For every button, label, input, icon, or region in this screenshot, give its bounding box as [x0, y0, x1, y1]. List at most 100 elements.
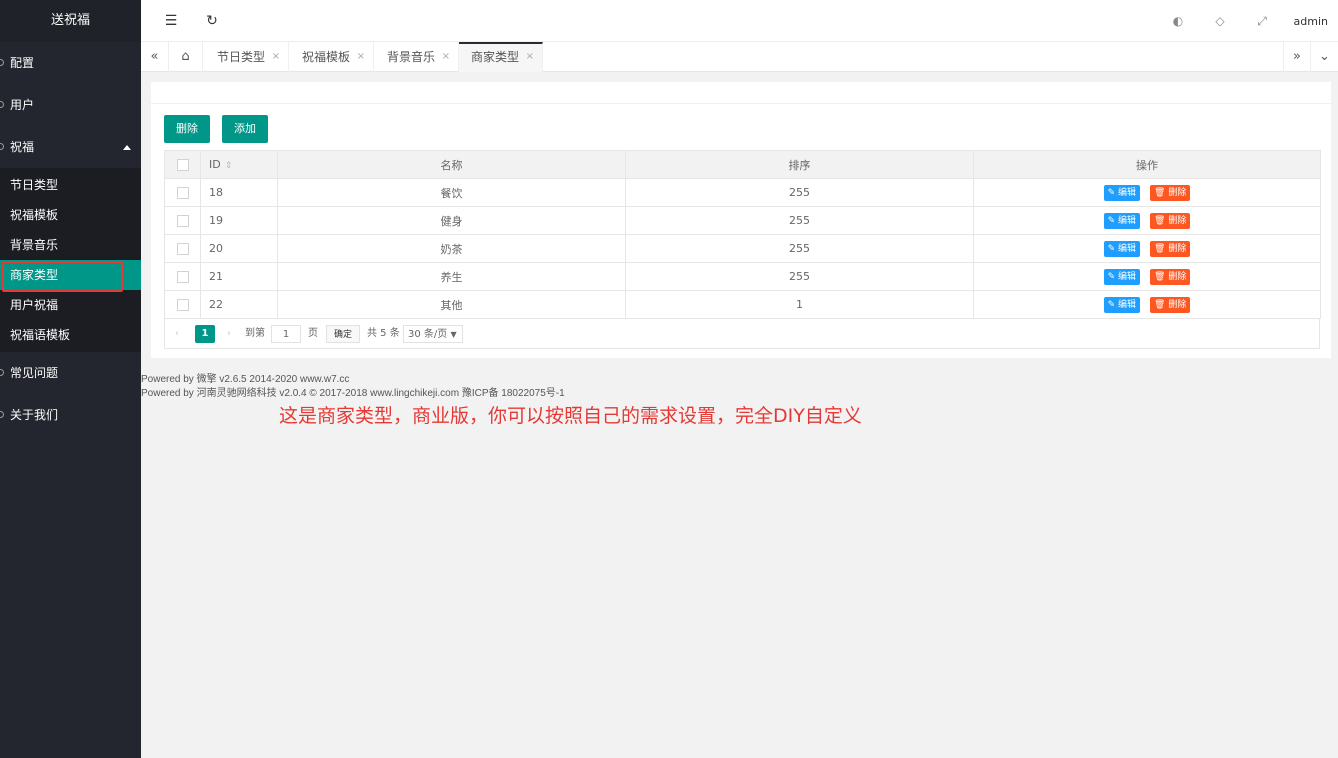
tab-scroll-left-icon[interactable]: «	[141, 42, 169, 72]
column-header-name: 名称	[277, 150, 626, 179]
cell-sort: 255	[625, 206, 974, 235]
edit-button[interactable]: ✎ 编辑	[1103, 212, 1141, 229]
sidebar-subitem-background-music[interactable]: 背景音乐	[0, 230, 141, 260]
tag-icon[interactable]: ◇	[1212, 13, 1228, 29]
footer-line-1: Powered by 微擎 v2.6.5 2014-2020 www.w7.cc	[141, 374, 350, 385]
cell-actions: ✎ 编辑 🗑 删除	[973, 290, 1321, 319]
select-all-checkbox[interactable]	[164, 150, 201, 179]
cell-name: 健身	[277, 206, 626, 235]
sidebar: 送祝福 配置 用户 祝福 节日类型 祝福模板 背景音乐 商家类型 用户祝福 祝福…	[0, 0, 141, 758]
cell-sort: 255	[625, 234, 974, 263]
sidebar-item-config[interactable]: 配置	[0, 42, 141, 84]
row-checkbox[interactable]	[164, 206, 201, 235]
sidebar-item-blessing[interactable]: 祝福	[0, 126, 141, 168]
cell-name: 餐饮	[277, 178, 626, 207]
sidebar-subitem-phrase-template[interactable]: 祝福语模板	[0, 320, 141, 350]
pagination: ‹ 1 › 到第 1 页 确定 共 5 条 30 条/页 ▼	[164, 319, 1320, 349]
row-checkbox[interactable]	[164, 178, 201, 207]
cell-actions: ✎ 编辑 🗑 删除	[973, 178, 1321, 207]
table-row: 20 奶茶 255 ✎ 编辑 🗑 删除	[164, 234, 1321, 263]
user-menu[interactable]: admin	[1294, 15, 1328, 28]
row-delete-button[interactable]: 🗑 删除	[1150, 268, 1191, 285]
sidebar-subitem-blessing-template[interactable]: 祝福模板	[0, 200, 141, 230]
top-header: ☰ ↻ ◐ ◇ ⤢ admin	[141, 0, 1338, 42]
column-header-sort: 排序	[625, 150, 974, 179]
page-jump-input[interactable]: 1	[271, 325, 301, 343]
close-icon[interactable]: ×	[357, 42, 365, 72]
next-page-icon[interactable]: ›	[227, 325, 231, 343]
edit-button[interactable]: ✎ 编辑	[1103, 184, 1141, 201]
row-delete-button[interactable]: 🗑 删除	[1150, 212, 1191, 229]
data-table: ID ⇕ 名称 排序 操作 18 餐饮 255 ✎ 编辑 🗑 删除 19 健身 255 ✎ 编辑 🗑…	[164, 150, 1321, 319]
sidebar-subitem-user-blessing[interactable]: 用户祝福	[0, 290, 141, 320]
column-header-id[interactable]: ID ⇕	[200, 150, 278, 179]
page-number-current[interactable]: 1	[195, 325, 215, 343]
cell-name: 养生	[277, 262, 626, 291]
cell-id: 20	[200, 234, 278, 263]
cell-actions: ✎ 编辑 🗑 删除	[973, 262, 1321, 291]
tab-scroll-right-icon[interactable]: »	[1283, 42, 1311, 72]
edit-button[interactable]: ✎ 编辑	[1103, 296, 1141, 313]
delete-button[interactable]: 删除	[164, 115, 210, 143]
annotation-text: 这是商家类型，商业版，你可以按照自己的需求设置，完全DIY自定义	[279, 405, 862, 427]
table-row: 21 养生 255 ✎ 编辑 🗑 删除	[164, 262, 1321, 291]
sidebar-item-label: 祝福	[10, 140, 35, 154]
tab-background-music[interactable]: 背景音乐 ×	[375, 42, 459, 72]
row-checkbox[interactable]	[164, 290, 201, 319]
table-row: 22 其他 1 ✎ 编辑 🗑 删除	[164, 290, 1321, 319]
prev-page-icon[interactable]: ‹	[175, 325, 179, 343]
close-icon[interactable]: ×	[442, 42, 450, 72]
row-delete-button[interactable]: 🗑 删除	[1150, 296, 1191, 313]
page-confirm-button[interactable]: 确定	[326, 325, 360, 343]
card-header	[151, 82, 1331, 104]
sidebar-item-faq[interactable]: 常见问题	[0, 352, 141, 394]
home-icon[interactable]: ⌂	[169, 42, 203, 72]
table-row: 19 健身 255 ✎ 编辑 🗑 删除	[164, 206, 1321, 235]
cell-id: 19	[200, 206, 278, 235]
sidebar-item-about[interactable]: 关于我们	[0, 394, 141, 436]
sidebar-item-label: 配置	[10, 56, 35, 70]
tab-blessing-template[interactable]: 祝福模板 ×	[290, 42, 374, 72]
row-checkbox[interactable]	[164, 234, 201, 263]
table-header-row: ID ⇕ 名称 排序 操作	[164, 150, 1321, 179]
sidebar-item-label: 用户	[10, 98, 35, 112]
close-icon[interactable]: ×	[272, 42, 280, 72]
cell-sort: 255	[625, 262, 974, 291]
fullscreen-icon[interactable]: ⤢	[1254, 13, 1270, 29]
cell-id: 22	[200, 290, 278, 319]
goto-label: 到第	[245, 328, 265, 339]
tab-label: 商家类型	[471, 50, 520, 64]
chevron-down-icon: ▼	[450, 330, 457, 339]
tab-festival-type[interactable]: 节日类型 ×	[205, 42, 289, 72]
page-size-select[interactable]: 30 条/页 ▼	[403, 325, 463, 343]
edit-button[interactable]: ✎ 编辑	[1103, 240, 1141, 257]
cell-name: 奶茶	[277, 234, 626, 263]
tab-merchant-type[interactable]: 商家类型 ×	[459, 42, 543, 72]
sidebar-subitem-merchant-type[interactable]: 商家类型	[0, 260, 141, 292]
bullet-icon	[0, 101, 4, 108]
sidebar-item-users[interactable]: 用户	[0, 84, 141, 126]
tab-label: 祝福模板	[302, 50, 351, 64]
cell-sort: 1	[625, 290, 974, 319]
caret-up-icon	[123, 145, 131, 150]
row-checkbox[interactable]	[164, 262, 201, 291]
add-button[interactable]: 添加	[222, 115, 268, 143]
theme-icon[interactable]: ◐	[1170, 13, 1186, 29]
cell-actions: ✎ 编辑 🗑 删除	[973, 234, 1321, 263]
refresh-icon[interactable]: ↻	[204, 13, 220, 29]
bullet-icon	[0, 59, 4, 66]
menu-fold-icon[interactable]: ☰	[163, 13, 179, 29]
page-unit-label: 页	[308, 328, 318, 339]
edit-button[interactable]: ✎ 编辑	[1103, 268, 1141, 285]
sort-icon[interactable]: ⇕	[225, 161, 233, 171]
content-card: 删除 添加 ID ⇕ 名称 排序 操作 18 餐饮 255 ✎ 编辑 🗑 删除 19 健身 25…	[151, 82, 1331, 358]
cell-id: 18	[200, 178, 278, 207]
row-delete-button[interactable]: 🗑 删除	[1150, 184, 1191, 201]
tab-bar: « ⌂ 节日类型 × 祝福模板 × 背景音乐 × 商家类型 × » ⌄	[141, 42, 1338, 72]
sidebar-subitem-festival-type[interactable]: 节日类型	[0, 170, 141, 200]
close-icon[interactable]: ×	[526, 44, 534, 70]
row-delete-button[interactable]: 🗑 删除	[1150, 240, 1191, 257]
chevron-down-icon[interactable]: ⌄	[1311, 42, 1338, 72]
tab-label: 背景音乐	[387, 50, 436, 64]
total-count: 共 5 条	[367, 328, 400, 339]
